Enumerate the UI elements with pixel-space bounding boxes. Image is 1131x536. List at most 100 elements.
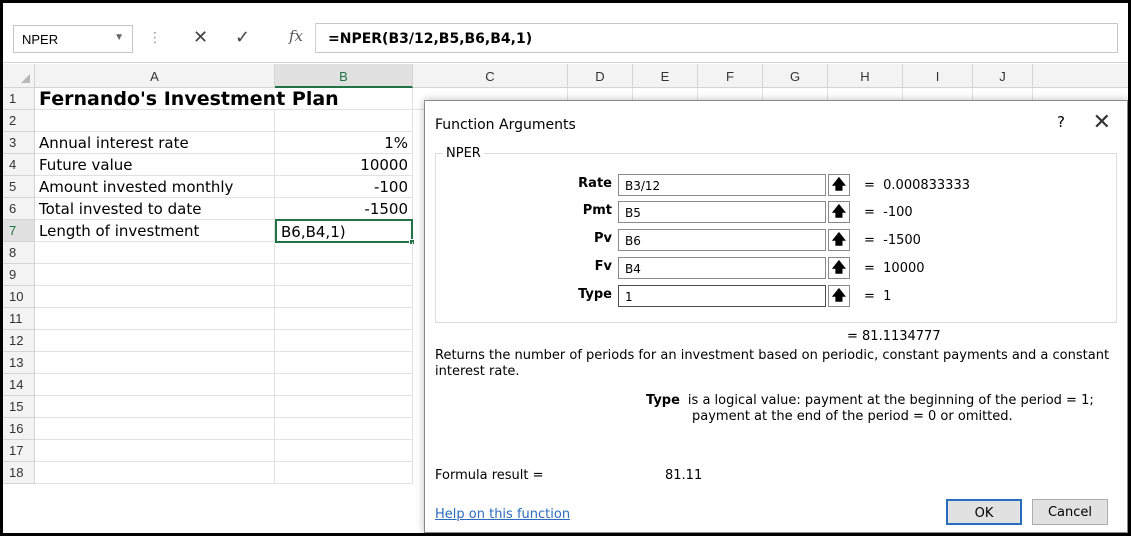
collapse-ref-icon[interactable]: 🡅 xyxy=(828,201,850,223)
formula-input[interactable]: =NPER(B3/12,B5,B6,B4,1) xyxy=(316,23,1118,53)
column-header-f[interactable]: F xyxy=(698,64,763,88)
row-header-active[interactable]: 7 xyxy=(3,220,35,242)
help-question-icon[interactable]: ? xyxy=(1057,113,1065,131)
row-header[interactable]: 8 xyxy=(3,242,35,264)
row-header[interactable]: 3 xyxy=(3,132,35,154)
column-header-j[interactable]: J xyxy=(973,64,1033,88)
arg-label-rate: Rate xyxy=(578,176,612,191)
cell-a15[interactable] xyxy=(35,396,275,418)
cell-b1[interactable] xyxy=(275,88,413,110)
formula-bar: NPER ▼ ⋮ ✕ ✓ fx =NPER(B3/12,B5,B6,B4,1) xyxy=(3,3,1128,63)
cell-a3[interactable]: Annual interest rate xyxy=(35,132,275,154)
type-input[interactable]: 1 xyxy=(618,285,826,307)
cancel-entry-icon[interactable]: ✕ xyxy=(193,27,208,48)
collapse-ref-icon[interactable]: 🡅 xyxy=(828,285,850,307)
cell-b13[interactable] xyxy=(275,352,413,374)
row-header[interactable]: 9 xyxy=(3,264,35,286)
column-header-c[interactable]: C xyxy=(413,64,568,88)
arg-label-fv: Fv xyxy=(594,259,612,274)
row-header[interactable]: 17 xyxy=(3,440,35,462)
ok-button[interactable]: OK xyxy=(946,499,1022,525)
argument-name: Type xyxy=(646,393,680,408)
rate-input[interactable]: B3/12 xyxy=(618,174,826,196)
arg-result-type: = 1 xyxy=(864,289,892,304)
cell-b10[interactable] xyxy=(275,286,413,308)
row-header[interactable]: 10 xyxy=(3,286,35,308)
column-header-a[interactable]: A xyxy=(35,64,275,88)
row-header[interactable]: 11 xyxy=(3,308,35,330)
cell-b14[interactable] xyxy=(275,374,413,396)
cell-a2[interactable] xyxy=(35,110,275,132)
cell-b5[interactable]: -100 xyxy=(275,176,413,198)
column-header-g[interactable]: G xyxy=(763,64,828,88)
cell-b3[interactable]: 1% xyxy=(275,132,413,154)
row-header[interactable]: 12 xyxy=(3,330,35,352)
collapse-ref-icon[interactable]: 🡅 xyxy=(828,257,850,279)
cell-a11[interactable] xyxy=(35,308,275,330)
formula-result-value: 81.11 xyxy=(665,468,703,483)
enter-checkmark-icon[interactable]: ✓ xyxy=(235,27,250,48)
column-header-b[interactable]: B xyxy=(275,64,413,88)
cell-a10[interactable] xyxy=(35,286,275,308)
cell-a16[interactable] xyxy=(35,418,275,440)
cell-b16[interactable] xyxy=(275,418,413,440)
help-link[interactable]: Help on this function xyxy=(435,507,570,522)
column-header-overflow xyxy=(1033,64,1128,88)
cancel-button[interactable]: Cancel xyxy=(1032,499,1108,525)
cell-b9[interactable] xyxy=(275,264,413,286)
name-box[interactable]: NPER ▼ xyxy=(13,25,133,53)
cell-b4[interactable]: 10000 xyxy=(275,154,413,176)
dialog-title: Function Arguments xyxy=(435,117,576,133)
column-header-d[interactable]: D xyxy=(568,64,633,88)
row-header[interactable]: 13 xyxy=(3,352,35,374)
cell-a1[interactable]: Fernando's Investment Plan xyxy=(35,88,339,110)
collapse-ref-icon[interactable]: 🡅 xyxy=(828,174,850,196)
arguments-group: NPER Rate B3/12 🡅 = 0.000833333 Pmt B5 🡅… xyxy=(435,146,1117,323)
arg-result-pv: = -1500 xyxy=(864,233,921,248)
cell-b17[interactable] xyxy=(275,440,413,462)
insert-function-icon[interactable]: fx xyxy=(289,27,303,45)
row-header[interactable]: 1 xyxy=(3,88,35,110)
cell-b11[interactable] xyxy=(275,308,413,330)
arg-label-pmt: Pmt xyxy=(582,203,612,218)
select-all-corner[interactable] xyxy=(3,64,35,88)
pv-input[interactable]: B6 xyxy=(618,229,826,251)
cell-b8[interactable] xyxy=(275,242,413,264)
cell-a9[interactable] xyxy=(35,264,275,286)
function-description: Returns the number of periods for an inv… xyxy=(435,348,1110,379)
row-header[interactable]: 16 xyxy=(3,418,35,440)
row-header[interactable]: 5 xyxy=(3,176,35,198)
cell-a6[interactable]: Total invested to date xyxy=(35,198,275,220)
close-icon[interactable]: ✕ xyxy=(1093,110,1111,135)
fv-input[interactable]: B4 xyxy=(618,257,826,279)
cell-b6[interactable]: -1500 xyxy=(275,198,413,220)
row-header[interactable]: 4 xyxy=(3,154,35,176)
cell-a8[interactable] xyxy=(35,242,275,264)
pmt-input[interactable]: B5 xyxy=(618,201,826,223)
cell-b18[interactable] xyxy=(275,462,413,484)
cell-a4[interactable]: Future value xyxy=(35,154,275,176)
grip-dots-icon: ⋮ xyxy=(148,29,162,45)
cell-b12[interactable] xyxy=(275,330,413,352)
cell-a18[interactable] xyxy=(35,462,275,484)
column-header-i[interactable]: I xyxy=(903,64,973,88)
column-header-e[interactable]: E xyxy=(633,64,698,88)
row-header[interactable]: 6 xyxy=(3,198,35,220)
cell-a13[interactable] xyxy=(35,352,275,374)
cell-a7[interactable]: Length of investment xyxy=(35,220,275,242)
cell-a5[interactable]: Amount invested monthly xyxy=(35,176,275,198)
column-header-h[interactable]: H xyxy=(828,64,903,88)
cell-a14[interactable] xyxy=(35,374,275,396)
cell-a17[interactable] xyxy=(35,440,275,462)
cell-b15[interactable] xyxy=(275,396,413,418)
row-header[interactable]: 18 xyxy=(3,462,35,484)
cell-a12[interactable] xyxy=(35,330,275,352)
row-header[interactable]: 14 xyxy=(3,374,35,396)
row-header[interactable]: 2 xyxy=(3,110,35,132)
row-header[interactable]: 15 xyxy=(3,396,35,418)
cell-b2[interactable] xyxy=(275,110,413,132)
collapse-ref-icon[interactable]: 🡅 xyxy=(828,229,850,251)
function-result: = 81.1134777 xyxy=(847,329,941,344)
chevron-down-icon[interactable]: ▼ xyxy=(114,32,124,43)
cell-b7-active[interactable]: B6,B4,1) xyxy=(275,219,413,243)
